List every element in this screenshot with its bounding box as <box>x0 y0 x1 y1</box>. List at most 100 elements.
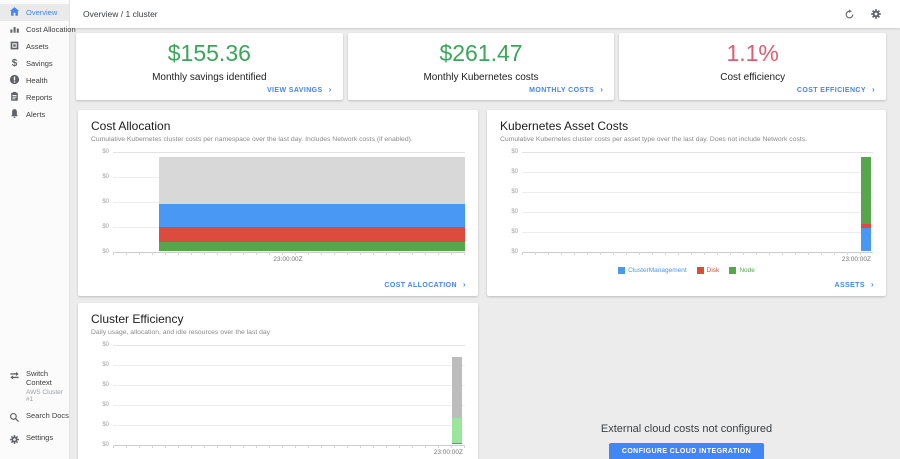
x-axis-label: 23:00:00Z <box>91 449 465 456</box>
charts-row-1: Cost Allocation Cumulative Kubernetes cl… <box>78 110 886 296</box>
series-segment <box>452 443 462 444</box>
reports-icon <box>9 91 20 104</box>
panel-subtitle: Cumulative Kubernetes cluster costs per … <box>91 136 465 143</box>
cluster-efficiency-panel: Cluster Efficiency Daily usage, allocati… <box>78 303 478 459</box>
gridline <box>113 445 465 446</box>
sidebar-item-label: Reports <box>26 93 52 102</box>
y-tick-label: $0 <box>511 209 518 215</box>
legend-swatch <box>618 267 625 274</box>
y-tick-label: $0 <box>102 402 109 408</box>
gridline <box>522 172 873 173</box>
y-tick-label: $0 <box>511 249 518 255</box>
gridline <box>113 365 465 366</box>
stacked-area[interactable] <box>159 152 465 251</box>
sidebar-item-overview[interactable]: Overview <box>0 4 69 21</box>
external-cloud-section: External cloud costs not configured CONF… <box>487 303 886 459</box>
external-cloud-message: External cloud costs not configured <box>601 423 772 435</box>
monthly-costs-label: Monthly Kubernetes costs <box>423 72 538 83</box>
swap-arrows-icon <box>9 369 20 383</box>
gridline <box>113 252 465 253</box>
sidebar-item-label: Assets <box>26 42 49 51</box>
asset-costs-panel: Kubernetes Asset Costs Cumulative Kubern… <box>487 110 886 296</box>
gridline <box>522 152 873 153</box>
panel-title: Cost Allocation <box>91 119 465 133</box>
legend-label: ClusterManagement <box>628 267 687 274</box>
assets-link[interactable]: ASSETS <box>835 280 875 289</box>
y-tick-label: $0 <box>511 229 518 235</box>
series-segment <box>861 157 871 223</box>
y-tick-label: $0 <box>511 169 518 175</box>
y-tick-label: $0 <box>102 249 109 255</box>
y-tick-label: $0 <box>102 442 109 448</box>
x-axis-label: 23:00:00Z <box>91 256 465 263</box>
y-tick-label: $0 <box>102 199 109 205</box>
sidebar-item-cost-allocation[interactable]: Cost Allocation <box>0 21 69 38</box>
configure-cloud-integration-button[interactable]: CONFIGURE CLOUD INTEGRATION <box>609 443 764 459</box>
legend-item[interactable]: Node <box>729 267 755 274</box>
cost-efficiency-link[interactable]: COST EFFICIENCY <box>797 85 875 94</box>
stacked-bar[interactable] <box>452 345 462 444</box>
y-tick-label: $0 <box>511 149 518 155</box>
series-segment <box>452 357 462 418</box>
panel-title: Kubernetes Asset Costs <box>500 119 873 133</box>
charts-row-2: Cluster Efficiency Daily usage, allocati… <box>78 303 886 459</box>
sidebar: Overview Cost Allocation Assets $ Saving… <box>0 0 70 459</box>
chart-legend: ClusterManagement Disk Node <box>500 267 873 274</box>
sidebar-item-alerts[interactable]: Alerts <box>0 106 69 123</box>
gridline <box>522 192 873 193</box>
y-axis: $0 $0 $0 $0 $0 $0 <box>500 152 522 252</box>
gridline <box>113 405 465 406</box>
view-savings-link[interactable]: VIEW SAVINGS <box>267 85 332 94</box>
legend-swatch <box>697 267 704 274</box>
efficiency-value: 1.1% <box>726 40 778 67</box>
legend-label: Disk <box>707 267 720 274</box>
plot-area <box>113 345 465 445</box>
sidebar-item-reports[interactable]: Reports <box>0 89 69 106</box>
y-tick-label: $0 <box>102 422 109 428</box>
series-segment <box>159 157 465 203</box>
savings-label: Monthly savings identified <box>152 72 267 83</box>
search-docs-button[interactable]: Search Docs <box>0 407 69 429</box>
gridline <box>522 212 873 213</box>
sidebar-item-label: Alerts <box>26 110 45 119</box>
savings-card: $155.36 Monthly savings identified VIEW … <box>76 33 343 100</box>
bell-icon <box>9 108 20 121</box>
cost-allocation-panel: Cost Allocation Cumulative Kubernetes cl… <box>78 110 478 296</box>
panel-subtitle: Cumulative Kubernetes cluster costs per … <box>500 136 873 143</box>
stacked-bar[interactable] <box>861 152 871 251</box>
cluster-efficiency-chart: $0$0$0$0$0$0 <box>91 345 465 445</box>
settings-button[interactable]: Settings <box>0 429 69 451</box>
bar-chart-icon <box>9 23 20 36</box>
cost-allocation-link[interactable]: COST ALLOCATION <box>384 280 466 289</box>
monthly-costs-link[interactable]: MONTHLY COSTS <box>529 85 603 94</box>
legend-swatch <box>729 267 736 274</box>
top-bar: Overview / 1 cluster <box>70 0 900 28</box>
sidebar-item-assets[interactable]: Assets <box>0 38 69 55</box>
breadcrumb: Overview / 1 cluster <box>83 9 158 19</box>
settings-label: Settings <box>26 433 53 442</box>
y-tick-label: $0 <box>511 189 518 195</box>
legend-item[interactable]: Disk <box>697 267 720 274</box>
stat-cards-row: $155.36 Monthly savings identified VIEW … <box>76 33 886 100</box>
asset-costs-chart: $0 $0 $0 $0 $0 $0 <box>500 152 873 252</box>
panel-title: Cluster Efficiency <box>91 312 465 326</box>
gear-icon[interactable] <box>870 8 882 20</box>
efficiency-label: Cost efficiency <box>720 72 785 83</box>
switch-context-button[interactable]: Switch Context AWS Cluster #1 <box>0 365 69 408</box>
y-tick-label: $0 <box>102 342 109 348</box>
gridline <box>113 385 465 386</box>
home-icon <box>9 6 20 19</box>
legend-item[interactable]: ClusterManagement <box>618 267 687 274</box>
refresh-icon[interactable] <box>844 9 855 20</box>
sidebar-item-health[interactable]: Health <box>0 72 69 89</box>
panel-subtitle: Daily usage, allocation, and idle resour… <box>91 329 465 336</box>
search-docs-label: Search Docs <box>26 411 69 420</box>
main-content: $155.36 Monthly savings identified VIEW … <box>70 28 900 459</box>
sidebar-item-savings[interactable]: $ Savings <box>0 55 69 72</box>
switch-context-text: Switch Context AWS Cluster #1 <box>26 369 69 404</box>
series-segment <box>159 204 465 227</box>
gridline <box>113 345 465 346</box>
assets-icon <box>9 40 20 53</box>
health-icon <box>9 74 20 87</box>
gridline <box>522 252 873 253</box>
